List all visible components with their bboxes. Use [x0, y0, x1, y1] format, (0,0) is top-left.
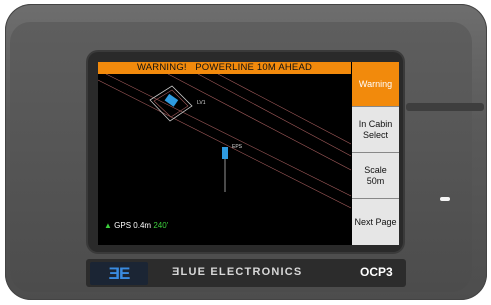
warning-button-label: Warning — [358, 78, 393, 89]
next-page-button[interactable]: Next Page — [352, 199, 399, 245]
in-cabin-select-button[interactable]: In Cabin Select — [352, 107, 399, 153]
eps-label: EPS — [232, 144, 243, 150]
warning-banner: WARNING! POWERLINE 10M AHEAD — [98, 62, 351, 74]
next-page-label: Next Page — [354, 216, 397, 227]
warning-button[interactable]: Warning — [352, 62, 399, 107]
lv1-marker[interactable] — [149, 85, 193, 122]
scale-button-label: Scale 50m — [364, 164, 387, 186]
eps-marker[interactable] — [222, 147, 228, 192]
in-cabin-select-label: In Cabin Select — [358, 118, 393, 140]
brand-name: ƎLUE ELECTRONICS — [172, 266, 303, 278]
brand-logo-text: ƎE — [108, 263, 131, 283]
powerline-3 — [167, 74, 351, 171]
wifi-icon: ▲ — [104, 221, 112, 230]
map-view[interactable] — [98, 74, 351, 245]
scale-button[interactable]: Scale 50m — [352, 153, 399, 199]
status-led — [440, 197, 450, 201]
lv1-label: LV1 — [197, 100, 206, 106]
powerline-1 — [98, 79, 351, 209]
side-mount-tab — [406, 103, 484, 111]
powerline-5 — [217, 74, 351, 145]
display-screen: WARNING! POWERLINE 10M AHEAD LV1 EPS ▲ G… — [98, 62, 399, 245]
powerline-4 — [197, 74, 351, 157]
gps-prefix: GPS — [114, 221, 132, 230]
gps-status: ▲ GPS 0.4m 240' — [104, 221, 168, 230]
gps-heading: 240' — [153, 221, 169, 230]
model-name: OCP3 — [360, 265, 393, 279]
brand-logo: ƎE — [90, 262, 148, 285]
gps-accuracy: 0.4m — [133, 221, 152, 230]
powerline-2 — [105, 74, 351, 197]
side-button-panel: Warning In Cabin Select Scale 50m Next P… — [352, 62, 399, 245]
